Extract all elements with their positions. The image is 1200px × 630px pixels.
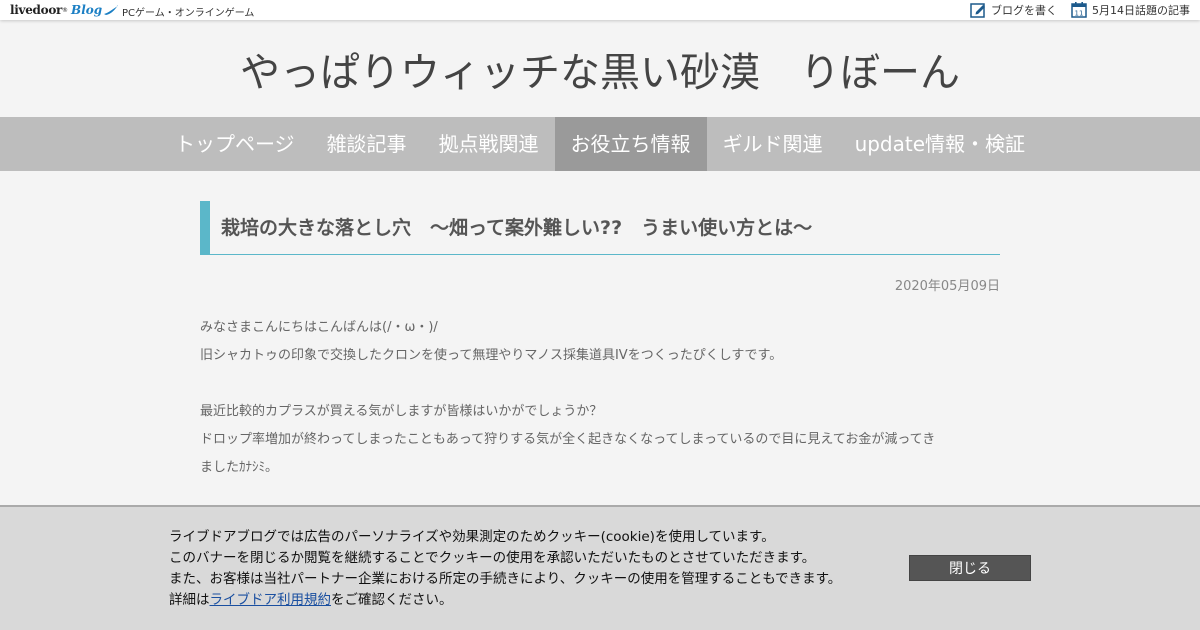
pencil-icon: [970, 3, 985, 18]
article-date: 2020年05月09日: [894, 279, 1000, 294]
calendar-icon: 11: [1071, 2, 1087, 18]
article: 栽培の大きな落とし穴 ～畑って案外難しい?? うまい使い方とは～ 2020年05…: [200, 201, 1000, 482]
site-title[interactable]: やっぱりウィッチな黒い砂漠 りぼーん: [0, 40, 1200, 98]
article-paragraph: 旧シャカトゥの印象で交換したクロンを使って無理やりマノス採集道具IVをつくったぴ…: [200, 348, 783, 363]
calendar-day: 11: [1075, 10, 1084, 18]
cookie-line: このバナーを閉じるか閲覧を継続することでクッキーの使用を承認いただいたものとさせ…: [169, 550, 816, 566]
cookie-line: 詳細はライブドア利用規約をご確認ください。: [169, 590, 841, 611]
top-bar: livedoor ® Blog PCゲーム・オンラインゲーム ブログを書く 11…: [0, 0, 1200, 20]
terms-of-use-link[interactable]: ライブドア利用規約: [210, 592, 332, 608]
nav-item-update-info[interactable]: update情報・検証: [839, 117, 1041, 171]
article-paragraph: みなさまこんにちはこんばんは(/・ω・)/: [200, 320, 438, 335]
bird-icon: [104, 5, 119, 15]
topic-articles-label: 5月14日話題の記事: [1092, 4, 1190, 17]
cookie-line: また、お客様は当社パートナー企業における所定の手続きにより、クッキーの使用を管理…: [169, 571, 842, 587]
close-button[interactable]: 閉じる: [909, 555, 1031, 581]
cookie-line: ライブドアブログでは広告のパーソナライズや効果測定のためクッキー(cookie)…: [169, 529, 775, 545]
write-blog-label: ブログを書く: [991, 4, 1057, 17]
cookie-banner: ライブドアブログでは広告のパーソナライズや効果測定のためクッキー(cookie)…: [0, 505, 1200, 630]
nav-item-node-war[interactable]: 拠点戦関連: [423, 117, 555, 171]
article-body: みなさまこんにちはこんばんは(/・ω・)/ 旧シャカトゥの印象で交換したクロンを…: [200, 314, 1000, 482]
cookie-notice-text: ライブドアブログでは広告のパーソナライズや効果測定のためクッキー(cookie)…: [169, 527, 841, 611]
cookie-details-prefix: 詳細は: [169, 592, 210, 608]
nav-item-useful-info[interactable]: お役立ち情報: [554, 117, 707, 171]
livedoor-blog-logo[interactable]: livedoor ® Blog: [10, 2, 119, 18]
write-blog-link[interactable]: ブログを書く: [970, 2, 1057, 18]
logo-text: livedoor: [10, 3, 63, 17]
article-title[interactable]: 栽培の大きな落とし穴 ～畑って案外難しい?? うまい使い方とは～: [200, 201, 1000, 255]
topic-articles-link[interactable]: 11 5月14日話題の記事: [1071, 2, 1190, 18]
cookie-details-suffix: をご確認ください。: [331, 592, 453, 608]
nav-item-top-page[interactable]: トップページ: [159, 117, 311, 171]
logo-registered-mark: ®: [62, 6, 69, 14]
article-paragraph: 最近比較的カプラスが買える気がしますが皆様はいかがでしょうか？: [200, 404, 603, 419]
nav-item-guild[interactable]: ギルド関連: [707, 117, 839, 171]
article-paragraph: ドロップ率増加が終わってしまったこともあって狩りする気が全く起きなくなってしまっ…: [200, 432, 936, 447]
main-nav: トップページ 雑談記事 拠点戦関連 お役立ち情報 ギルド関連 update情報・…: [0, 117, 1200, 171]
article-paragraph: ましたｶﾅｼﾐ。: [200, 460, 279, 475]
logo-blog-text: Blog: [71, 3, 103, 17]
nav-item-chat-articles[interactable]: 雑談記事: [311, 117, 423, 171]
category-link[interactable]: PCゲーム・オンラインゲーム: [122, 4, 254, 19]
